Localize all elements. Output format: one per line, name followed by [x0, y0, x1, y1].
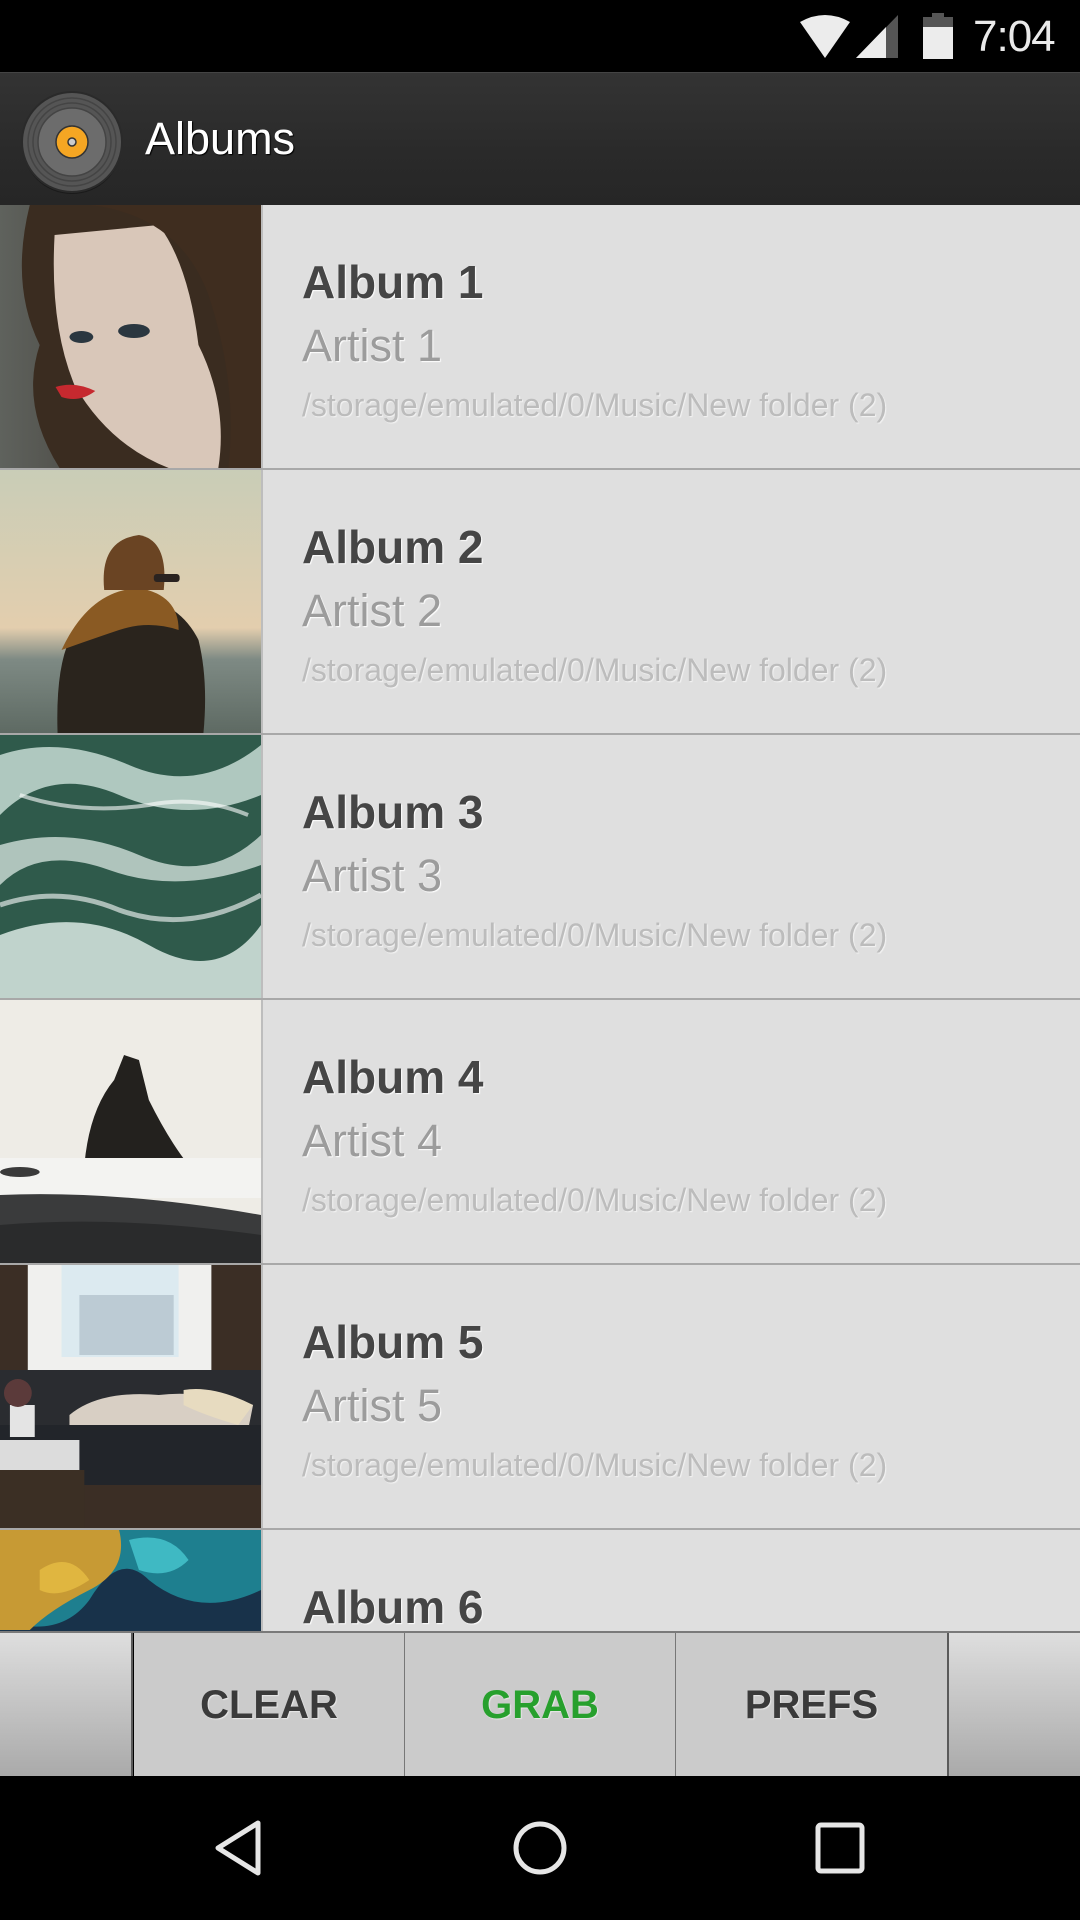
action-bar: CLEAR GRAB PREFS: [0, 1631, 1080, 1778]
grab-button[interactable]: GRAB: [405, 1633, 676, 1778]
action-bar-spacer-right: [947, 1633, 1080, 1778]
album-title: Album 4: [302, 1051, 484, 1103]
status-bar: 7:04: [0, 0, 1080, 72]
cell-signal-icon: [856, 15, 898, 58]
prefs-button[interactable]: PREFS: [676, 1633, 947, 1778]
album-path: /storage/emulated/0/Music/New folder (2): [302, 652, 888, 688]
album-cover: [0, 1530, 263, 1631]
action-bar-spacer-left: [0, 1633, 133, 1778]
toolbar: Albums: [0, 72, 1080, 205]
album-cover: [0, 1265, 263, 1528]
navigation-bar: [0, 1776, 1080, 1920]
album-cover: [0, 735, 263, 998]
album-list-item[interactable]: Album 5 Artist 5 /storage/emulated/0/Mus…: [0, 1265, 1080, 1530]
album-list-item[interactable]: Album 2 Artist 2 /storage/emulated/0/Mus…: [0, 470, 1080, 735]
recents-icon: [815, 1822, 865, 1874]
album-cover: [0, 470, 263, 733]
album-title: Album 5: [302, 1316, 484, 1368]
album-cover: [0, 205, 263, 468]
album-title: Album 6: [302, 1581, 484, 1631]
page-title: Albums: [145, 113, 296, 164]
album-artist: Artist 2: [302, 585, 443, 636]
album-artist: Artist 3: [302, 850, 443, 901]
album-list-item[interactable]: Album 4 Artist 4 /storage/emulated/0/Mus…: [0, 1000, 1080, 1265]
album-cover: [0, 1000, 263, 1263]
back-button[interactable]: [180, 1806, 300, 1890]
album-list-item[interactable]: Album 3 Artist 3 /storage/emulated/0/Mus…: [0, 735, 1080, 1000]
album-title: Album 3: [302, 786, 484, 838]
clear-button[interactable]: CLEAR: [134, 1633, 405, 1778]
album-artist: Artist 1: [302, 320, 443, 371]
back-icon: [215, 1820, 261, 1876]
album-title: Album 1: [302, 256, 484, 308]
album-path: /storage/emulated/0/Music/New folder (2): [302, 1447, 888, 1483]
clock: 7:04: [973, 12, 1056, 61]
album-artist: Artist 4: [302, 1115, 443, 1166]
album-path: /storage/emulated/0/Music/New folder (2): [302, 387, 888, 423]
album-list-item[interactable]: Album 1 Artist 1 /storage/emulated/0/Mus…: [0, 205, 1080, 470]
album-path: /storage/emulated/0/Music/New folder (2): [302, 1182, 888, 1218]
home-icon: [513, 1821, 567, 1875]
album-path: /storage/emulated/0/Music/New folder (2): [302, 917, 888, 953]
recents-button[interactable]: [780, 1806, 900, 1890]
album-title: Album 2: [302, 521, 484, 573]
home-button[interactable]: [480, 1806, 600, 1890]
album-list-item[interactable]: Album 6: [0, 1530, 1080, 1631]
album-artist: Artist 5: [302, 1380, 443, 1431]
battery-icon: [923, 13, 953, 59]
vinyl-record-icon[interactable]: [20, 90, 124, 194]
wifi-icon: [800, 15, 850, 58]
album-list[interactable]: Album 1 Artist 1 /storage/emulated/0/Mus…: [0, 205, 1080, 1631]
